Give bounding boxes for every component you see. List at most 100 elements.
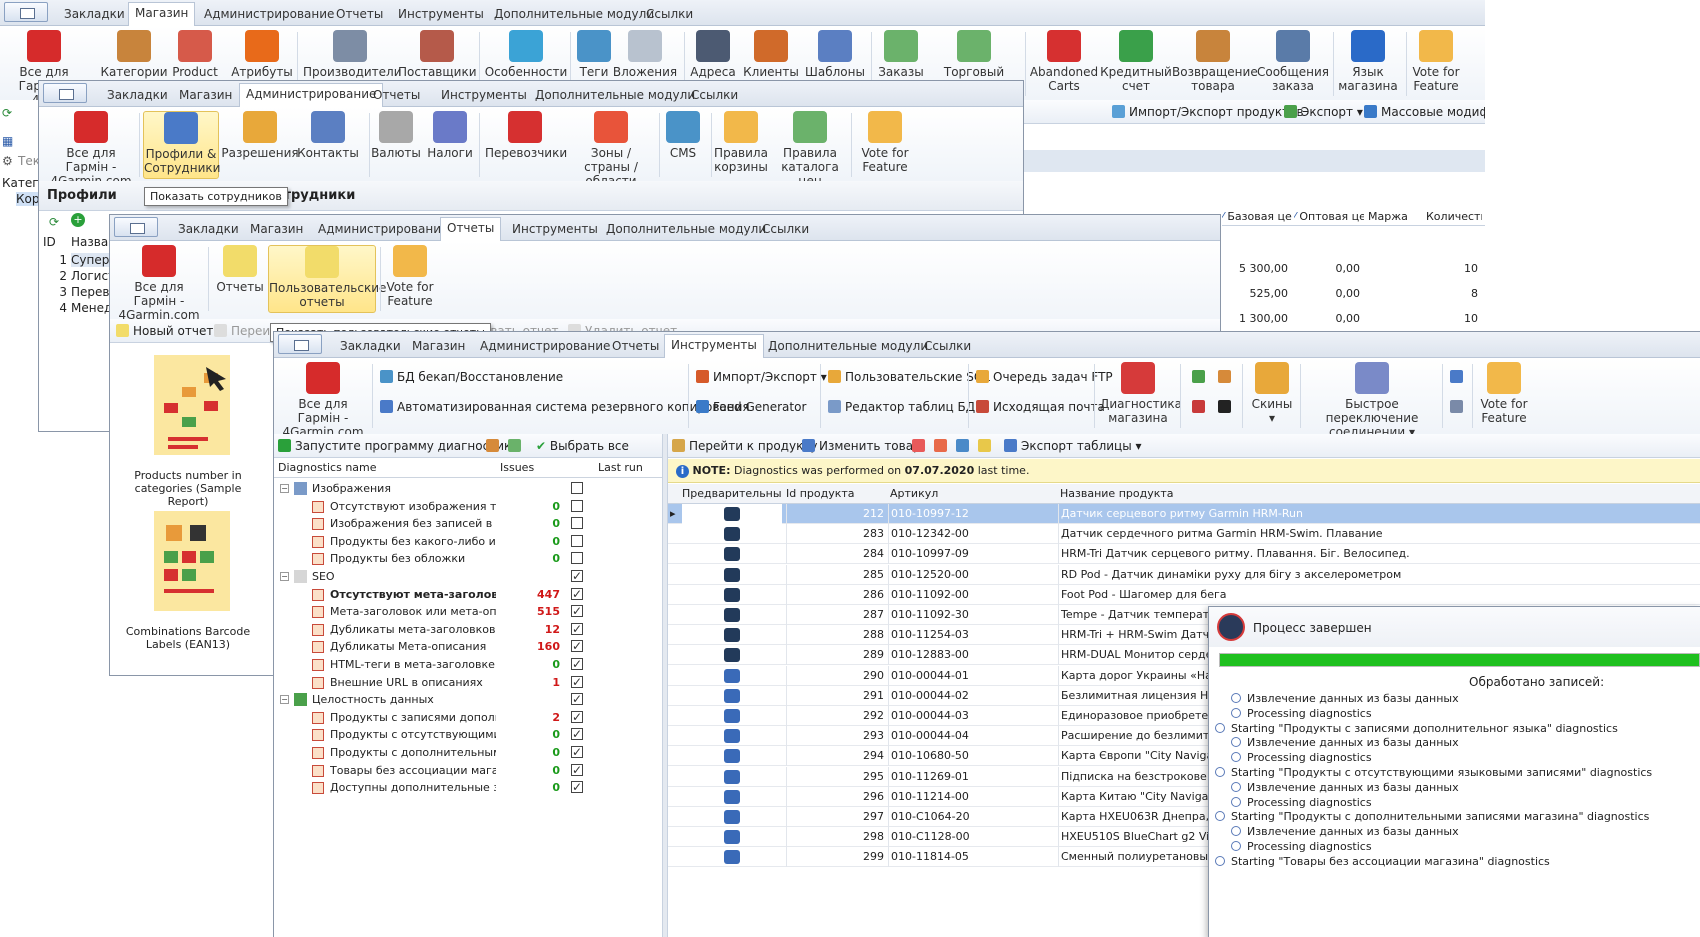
collapse-toggle[interactable]: − [280,572,289,581]
product-row[interactable]: 284 010-10997-09 HRM-Tri Датчик серцевого … [668,544,1700,565]
product-row[interactable]: 286 010-11092-00 Foot Pod - Шагомер для бе… [668,584,1700,605]
tab-admin[interactable]: Администрирование [239,83,384,108]
tab-reports[interactable]: Отчеты [440,217,502,242]
col-product-name[interactable]: Название продукта [1060,484,1460,504]
zones-button[interactable]: Зоны / страны / области [569,111,653,188]
terminal-icon[interactable] [1218,400,1235,414]
app-menu-button[interactable] [43,83,87,103]
filter-icon[interactable] [912,439,929,453]
product-row[interactable]: ▸ 212 010-10997-12 Датчик серцевого ритму G… [668,504,1700,524]
vote-feature-button[interactable]: Vote for Feature [1472,362,1536,425]
tab-modules[interactable]: Дополнительные модули [762,336,934,358]
customers-button[interactable]: Клиенты [740,30,802,79]
col-sku[interactable]: Артикул [890,484,1050,504]
import-export-products-button[interactable]: Импорт/Экспорт продуктов [1112,105,1304,119]
cart-rules-button[interactable]: Правила корзины [711,111,771,174]
gear-icon[interactable]: ⚙ [2,154,13,168]
contacts-button[interactable]: Контакты [289,111,367,160]
diag-item[interactable]: Продукты с дополнительными запи 0 [274,744,662,761]
product-row[interactable]: 283 010-12342-00 Датчик сердечного ритма G… [668,524,1700,545]
group-checkbox[interactable] [571,691,583,708]
custom-sql-button[interactable]: Пользовательские SQL [828,370,990,384]
new-report-button[interactable]: Новый отчет [116,324,213,338]
permissions-button[interactable]: Разрешения [221,111,299,160]
root-category[interactable]: Кор [16,192,40,206]
mass-modify-button[interactable]: Массовые модифик [1364,105,1485,119]
collapse-toggle[interactable]: − [280,484,289,493]
addresses-button[interactable]: Адреса [685,30,741,79]
diag-item[interactable]: Внешние URL в описаниях 1 [274,674,662,691]
report-tile[interactable]: Combinations Barcode Labels (EAN13) [118,511,258,651]
tab-shop[interactable]: Магазин [406,336,471,358]
suppliers-button[interactable]: Поставщики [398,30,477,79]
diag-item[interactable]: Мета-заголовок или мета-описания 515 [274,603,662,620]
feed-generator-button[interactable]: Feed Generator [696,400,806,414]
skins-button[interactable]: Скины ▾ [1234,362,1310,425]
row-name[interactable]: Суперад [71,253,111,267]
diag-item[interactable]: Дубликаты мета-заголовков 12 [274,621,662,638]
tool-icon[interactable] [1218,370,1235,384]
tab-shop[interactable]: Магазин [173,85,238,107]
tab-bookmarks[interactable]: Закладки [101,85,174,107]
shop-language-button[interactable]: Язык магазина [1333,30,1403,93]
tab-links[interactable]: Ссылки [685,85,744,107]
tab-admin[interactable]: Администрирование [474,336,616,358]
order-messages-button[interactable]: Сообщения заказа [1254,30,1332,93]
diag-item-checkbox[interactable] [571,638,583,655]
group-checkbox[interactable] [571,568,583,585]
profiles-employees-button[interactable]: Профили & Сотрудники [143,111,220,179]
custom-reports-button[interactable]: Пользовательские отчеты [268,245,386,313]
diag-item[interactable]: Товары без ассоциации магазина 0 [274,762,662,779]
vote-feature-button[interactable]: Vote for Feature [1404,30,1468,93]
reports-button[interactable]: Отчеты [210,245,270,294]
vote-feature-button[interactable]: Vote for Feature [378,245,442,308]
import-export-button[interactable]: Импорт/Экспорт ▾ [696,370,827,384]
tab-modules[interactable]: Дополнительные модули [488,4,660,26]
cms-button[interactable]: CMS [655,111,711,160]
diag-group[interactable]: − Изображения [274,480,662,497]
vote-feature-button[interactable]: Vote for Feature [853,111,917,174]
diag-item[interactable]: Продукты с записями дополнитель 2 [274,709,662,726]
db-table-editor-button[interactable]: Редактор таблиц БД [828,400,975,414]
tool-icon[interactable] [1192,400,1209,414]
home-button[interactable]: Все для Гармін - 4Garmin.com [116,245,202,322]
tab-modules[interactable]: Дополнительные модули [529,85,701,107]
group-icon[interactable] [978,439,995,453]
diag-item-checkbox[interactable] [571,586,583,603]
diag-group[interactable]: − SEO [274,568,662,585]
manufacturers-button[interactable]: Производители [303,30,402,79]
tab-links[interactable]: Ссылки [918,336,977,358]
diag-item[interactable]: Отсутствуют мета-заголовки 447 [274,586,662,603]
product-row[interactable]: 285 010-12520-00 RD Pod - Датчик динаміки … [668,564,1700,585]
diag-item[interactable]: Продукты с отсутствующими язык 0 [274,726,662,743]
catalog-price-rules-button[interactable]: Правила каталога цен [773,111,847,188]
trade-button[interactable]: Торговый [935,30,1013,79]
diag-item[interactable]: Дубликаты Мета-описания 160 [274,638,662,655]
group-checkbox[interactable] [571,482,583,494]
tab-links[interactable]: Ссылки [640,4,699,26]
tab-tools[interactable]: Инструменты [392,4,490,26]
taxes-button[interactable]: Налоги [411,111,489,160]
diag-item-checkbox[interactable] [571,534,583,547]
diag-item-checkbox[interactable] [571,709,583,726]
diag-group[interactable]: − Целостность данных [274,691,662,708]
tab-tools[interactable]: Инструменты [664,334,764,359]
tab-modules[interactable]: Дополнительные модули [600,219,772,241]
tab-tools[interactable]: Инструменты [435,85,533,107]
expand-icon[interactable] [486,439,503,453]
select-all-button[interactable]: ✔ Выбрать все [536,439,629,453]
tab-reports[interactable]: Отчеты [367,85,426,107]
app-menu-button[interactable] [114,217,158,237]
tool-icon[interactable] [1192,370,1209,384]
tab-reports[interactable]: Отчеты [606,336,665,358]
refresh-icon[interactable]: ⟳ [2,106,12,120]
tab-admin[interactable]: Администрирование [312,219,454,241]
col-product-id[interactable]: Id продукта [786,484,886,504]
tab-shop[interactable]: Магазин [244,219,309,241]
diag-item-checkbox[interactable] [571,762,583,779]
run-diagnostics-button[interactable]: Запустите программу диагностики [278,439,519,453]
tab-bookmarks[interactable]: Закладки [172,219,245,241]
tool-icon[interactable] [1450,370,1467,384]
app-menu-button[interactable] [278,334,322,354]
col-preview[interactable]: Предварительный пр [682,484,782,504]
